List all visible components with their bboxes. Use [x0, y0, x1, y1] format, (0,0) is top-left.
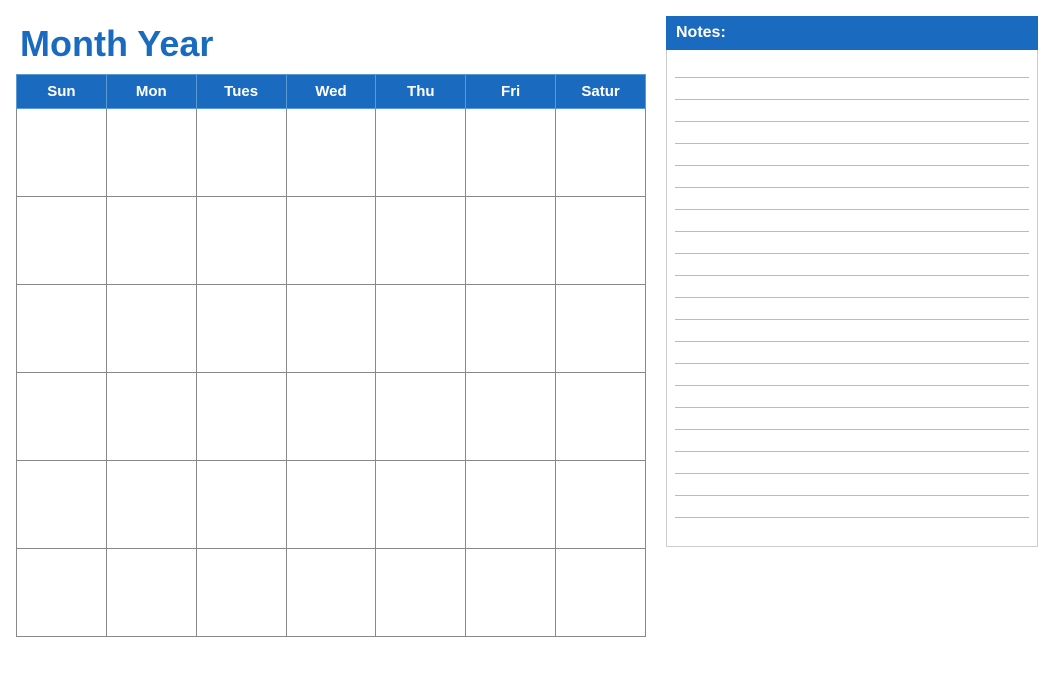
notes-line[interactable]: [675, 210, 1029, 232]
calendar-cell[interactable]: [196, 548, 286, 636]
calendar-cell[interactable]: [556, 548, 646, 636]
notes-section: Notes:: [666, 16, 1038, 547]
calendar-cell[interactable]: [466, 284, 556, 372]
notes-line[interactable]: [675, 386, 1029, 408]
calendar-row: [17, 460, 646, 548]
notes-line[interactable]: [675, 320, 1029, 342]
notes-line[interactable]: [675, 430, 1029, 452]
notes-line[interactable]: [675, 452, 1029, 474]
calendar-row: [17, 284, 646, 372]
calendar-cell[interactable]: [196, 460, 286, 548]
notes-line[interactable]: [675, 342, 1029, 364]
calendar-cell[interactable]: [376, 372, 466, 460]
calendar-cell[interactable]: [17, 284, 107, 372]
calendar-cell[interactable]: [556, 372, 646, 460]
notes-line[interactable]: [675, 364, 1029, 386]
calendar-cell[interactable]: [17, 108, 107, 196]
calendar-cell[interactable]: [376, 284, 466, 372]
calendar-cell[interactable]: [106, 372, 196, 460]
calendar-cell[interactable]: [286, 548, 376, 636]
calendar-row: [17, 108, 646, 196]
calendar-cell[interactable]: [466, 460, 556, 548]
calendar-day-header: Fri: [466, 74, 556, 108]
calendar-cell[interactable]: [106, 196, 196, 284]
calendar-cell[interactable]: [466, 108, 556, 196]
calendar-cell[interactable]: [556, 108, 646, 196]
calendar-cell[interactable]: [17, 196, 107, 284]
notes-line[interactable]: [675, 166, 1029, 188]
calendar-cell[interactable]: [466, 196, 556, 284]
calendar-cell[interactable]: [106, 460, 196, 548]
calendar-cell[interactable]: [466, 372, 556, 460]
notes-header: Notes:: [666, 16, 1038, 50]
calendar-cell[interactable]: [17, 372, 107, 460]
calendar-cell[interactable]: [196, 284, 286, 372]
calendar-cell[interactable]: [466, 548, 556, 636]
calendar-header-row: SunMonTuesWedThuFriSatur: [17, 74, 646, 108]
notes-line[interactable]: [675, 276, 1029, 298]
calendar-section: Month Year SunMonTuesWedThuFriSatur: [16, 16, 646, 637]
calendar-cell[interactable]: [17, 460, 107, 548]
calendar-cell[interactable]: [106, 284, 196, 372]
calendar-cell[interactable]: [556, 460, 646, 548]
calendar-cell[interactable]: [106, 548, 196, 636]
notes-line[interactable]: [675, 144, 1029, 166]
calendar-cell[interactable]: [556, 284, 646, 372]
calendar-cell[interactable]: [17, 548, 107, 636]
notes-line[interactable]: [675, 254, 1029, 276]
calendar-cell[interactable]: [376, 548, 466, 636]
notes-line[interactable]: [675, 78, 1029, 100]
notes-line[interactable]: [675, 408, 1029, 430]
calendar-day-header: Wed: [286, 74, 376, 108]
calendar-cell[interactable]: [286, 460, 376, 548]
notes-line[interactable]: [675, 122, 1029, 144]
notes-line[interactable]: [675, 100, 1029, 122]
calendar-cell[interactable]: [196, 108, 286, 196]
calendar-cell[interactable]: [286, 108, 376, 196]
notes-line[interactable]: [675, 188, 1029, 210]
notes-lines: [666, 50, 1038, 547]
calendar-title: Month Year: [16, 16, 646, 74]
calendar-row: [17, 548, 646, 636]
calendar-cell[interactable]: [106, 108, 196, 196]
calendar-cell[interactable]: [196, 372, 286, 460]
calendar-day-header: Satur: [556, 74, 646, 108]
calendar-cell[interactable]: [286, 196, 376, 284]
notes-line[interactable]: [675, 518, 1029, 540]
calendar-row: [17, 196, 646, 284]
calendar-cell[interactable]: [376, 460, 466, 548]
notes-line[interactable]: [675, 474, 1029, 496]
calendar-cell[interactable]: [556, 196, 646, 284]
notes-line[interactable]: [675, 232, 1029, 254]
calendar-day-header: Thu: [376, 74, 466, 108]
notes-line[interactable]: [675, 56, 1029, 78]
calendar-cell[interactable]: [376, 108, 466, 196]
calendar-day-header: Sun: [17, 74, 107, 108]
calendar-grid: SunMonTuesWedThuFriSatur: [16, 74, 646, 637]
calendar-day-header: Mon: [106, 74, 196, 108]
calendar-cell[interactable]: [196, 196, 286, 284]
notes-line[interactable]: [675, 298, 1029, 320]
calendar-day-header: Tues: [196, 74, 286, 108]
calendar-cell[interactable]: [286, 372, 376, 460]
notes-line[interactable]: [675, 496, 1029, 518]
calendar-row: [17, 372, 646, 460]
calendar-cell[interactable]: [286, 284, 376, 372]
calendar-cell[interactable]: [376, 196, 466, 284]
